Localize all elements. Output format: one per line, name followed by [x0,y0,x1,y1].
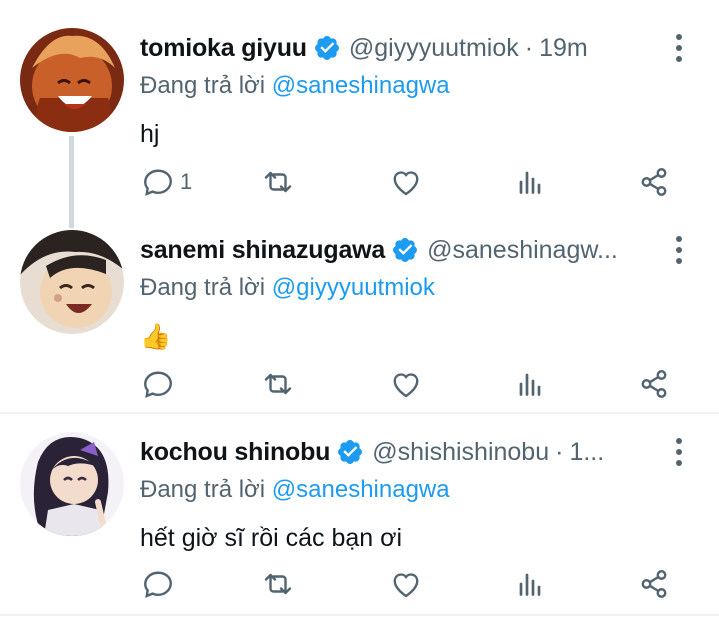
mention-link[interactable]: @saneshinagwa [272,72,450,99]
more-options-icon[interactable] [669,34,689,62]
retweet-button[interactable] [260,164,296,200]
tweet-divider [0,412,719,414]
retweet-icon [264,573,292,595]
reply-icon [144,571,172,598]
views-icon [519,373,541,396]
share-icon [641,168,667,196]
like-icon [393,171,419,196]
timestamp[interactable]: 19m [539,34,588,63]
display-name[interactable]: tomioka giyuu [140,34,307,63]
tweet[interactable]: kochou shinobu @shishishinobu · 1... Đan… [0,432,719,612]
verified-badge-icon [391,236,419,264]
replying-to: Đang trả lời @giyyyuutmiok [140,274,435,302]
share-icon [641,370,667,398]
separator-dot: · [555,437,564,466]
reply-count: 1 [180,169,193,194]
tweet-text: hết giờ sĩ rồi các bạn ơi [140,524,403,552]
avatar[interactable] [20,230,124,334]
verified-badge-icon [313,34,341,62]
reply-button[interactable] [140,566,176,602]
retweet-icon [264,373,292,395]
views-button[interactable] [512,164,548,200]
replying-to-label: Đang trả lời [140,72,266,99]
user-handle[interactable]: @shishishinobu [372,438,549,467]
share-button[interactable] [636,566,672,602]
like-icon [393,373,419,398]
avatar[interactable] [20,28,124,132]
tweet-text: hj [140,120,160,148]
user-handle[interactable]: @giyyyuutmiok [349,34,519,63]
mention-link[interactable]: @saneshinagwa [272,476,450,503]
replying-to-label: Đang trả lời [140,476,266,503]
tweet[interactable]: sanemi shinazugawa @saneshinagw... Đang … [0,230,719,410]
retweet-button[interactable] [260,366,296,402]
more-options-icon[interactable] [669,236,689,264]
tweet[interactable]: tomioka giyuu @giyyyuutmiok · 19m Đang t… [0,28,719,208]
reply-button[interactable]: 1 [140,164,192,200]
tweet-actions [140,566,680,606]
more-options-icon[interactable] [669,438,689,466]
avatar[interactable] [20,432,124,536]
separator-dot: · [524,33,534,62]
retweet-icon [264,171,292,193]
like-button[interactable] [388,164,424,200]
mention-link[interactable]: @giyyyuutmiok [272,274,435,301]
share-button[interactable] [636,366,672,402]
replying-to-label: Đang trả lời [140,274,266,301]
views-button[interactable] [512,366,548,402]
tweet-actions: 1 [140,164,680,204]
reply-icon [144,371,172,398]
display-name[interactable]: kochou shinobu [140,438,330,467]
tweet-header: tomioka giyuu @giyyyuutmiok · 19m [140,28,689,68]
timestamp[interactable]: 1... [569,438,604,467]
replying-to: Đang trả lời @saneshinagwa [140,476,450,504]
like-button[interactable] [388,366,424,402]
share-icon [641,570,667,598]
reply-button[interactable] [140,366,176,402]
views-icon [519,573,541,596]
like-button[interactable] [388,566,424,602]
tweet-header: kochou shinobu @shishishinobu · 1... [140,432,689,472]
tweet-header: sanemi shinazugawa @saneshinagw... [140,230,689,270]
share-button[interactable] [636,164,672,200]
views-button[interactable] [512,566,548,602]
tweet-divider [0,614,719,616]
replying-to: Đang trả lời @saneshinagwa [140,72,450,100]
display-name[interactable]: sanemi shinazugawa [140,236,385,265]
tweet-actions [140,366,680,406]
retweet-button[interactable] [260,566,296,602]
user-handle[interactable]: @saneshinagw... [427,236,618,265]
tweet-text: 👍 [140,322,172,351]
like-icon [393,573,419,598]
views-icon [519,171,541,194]
verified-badge-icon [336,438,364,466]
reply-icon [144,169,172,196]
